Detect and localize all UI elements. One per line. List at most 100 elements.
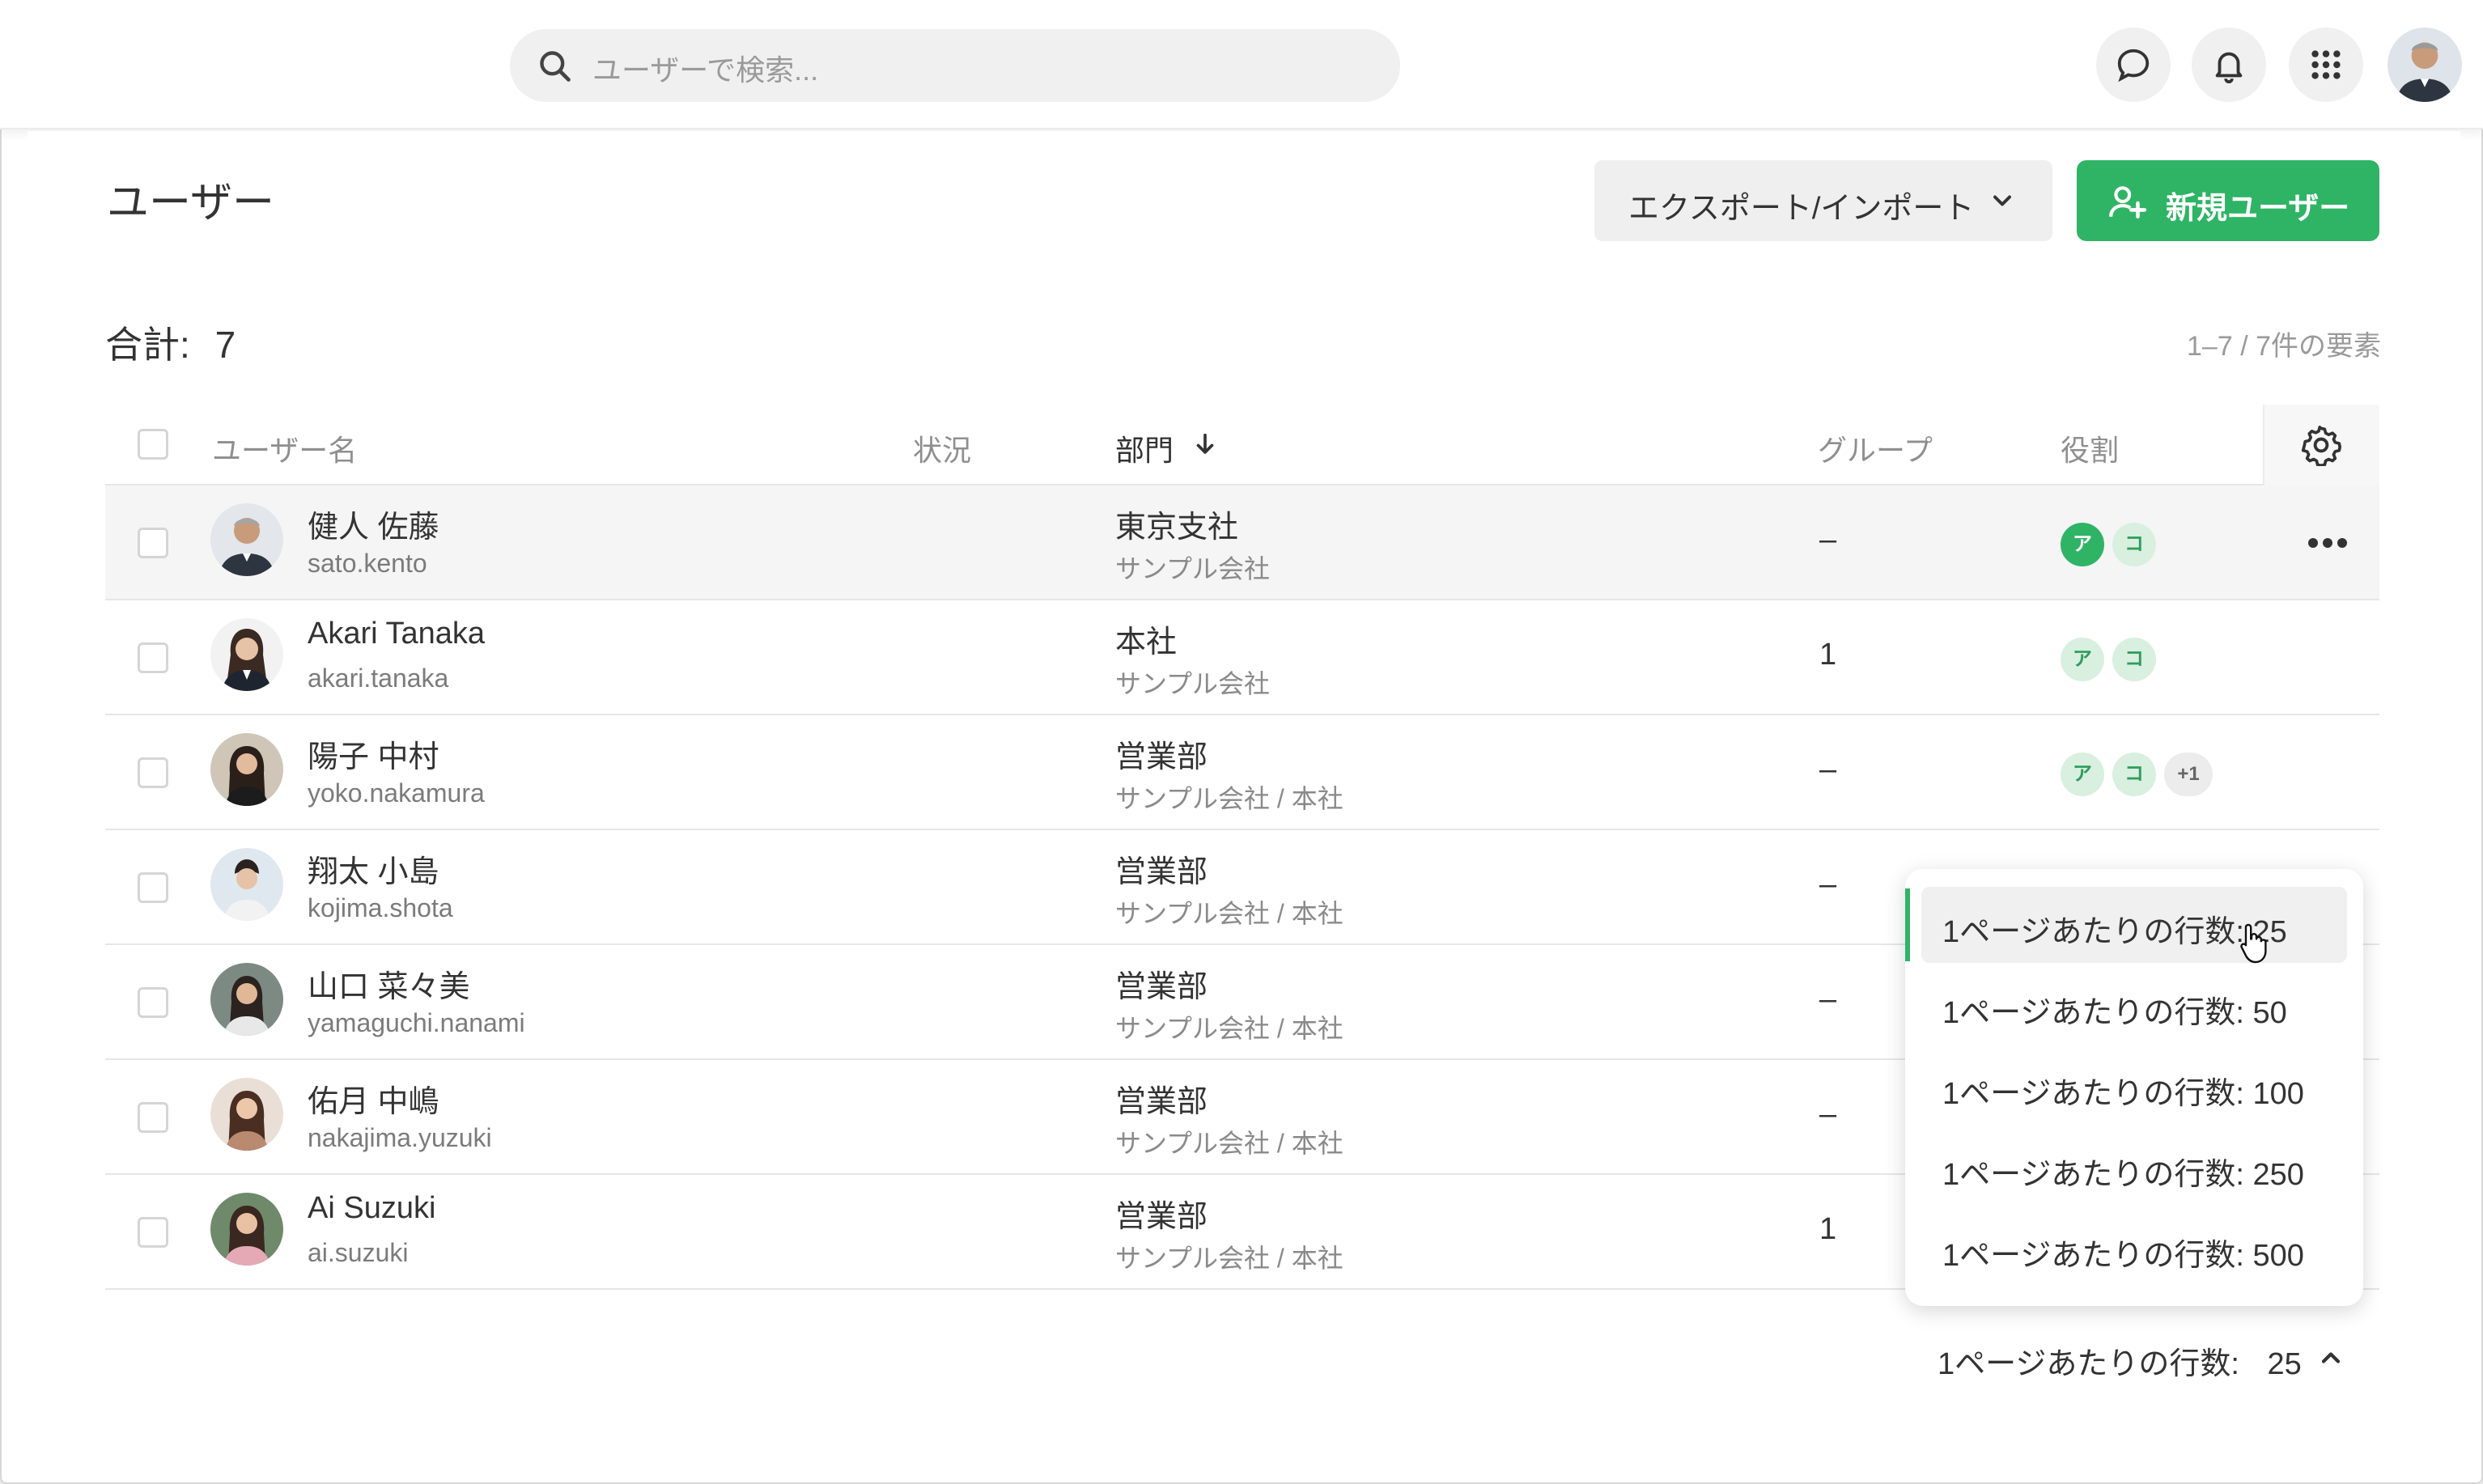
table-row[interactable]: 健人 佐藤 sato.kento 東京支社 サンプル会社 – ア コ (105, 485, 2379, 600)
rows-per-page-option[interactable]: 1ページあたりの行数: 100 (1921, 1049, 2347, 1125)
user-avatar[interactable] (2388, 28, 2462, 102)
rows-per-page-value: 25 (2267, 1347, 2302, 1381)
user-name[interactable]: 佑月 中嶋 (308, 1076, 439, 1121)
department-name: 東京支社 (1115, 511, 1239, 545)
user-login: yamaguchi.nanami (308, 1008, 525, 1037)
table-row[interactable]: Akari Tanaka akari.tanaka 本社 サンプル会社 1 ア … (105, 600, 2379, 715)
row-checkbox[interactable] (138, 872, 168, 903)
department-name: 営業部 (1115, 1085, 1208, 1119)
user-login: sato.kento (308, 549, 427, 578)
avatar (210, 1078, 283, 1151)
export-import-label: エクスポート/インポート (1628, 192, 1975, 226)
user-name[interactable]: 健人 佐藤 (308, 502, 439, 546)
row-checkbox[interactable] (138, 987, 168, 1018)
department-path: サンプル会社 (1115, 669, 1271, 698)
row-checkbox[interactable] (138, 528, 168, 558)
total-value: 7 (214, 324, 236, 366)
user-login: ai.suzuki (308, 1238, 409, 1267)
apps-grid-icon (2311, 50, 2341, 79)
user-name[interactable]: Akari Tanaka (308, 617, 485, 651)
chat-button[interactable] (2096, 28, 2171, 102)
user-login: kojima.shota (308, 893, 453, 922)
search-input[interactable]: ユーザーで検索... (592, 47, 818, 89)
apps-button[interactable] (2289, 28, 2363, 102)
user-name[interactable]: 翔太 小島 (308, 846, 439, 891)
search-bar[interactable]: ユーザーで検索... (510, 29, 1400, 102)
header-department-label: 部門 (1115, 434, 1174, 467)
column-settings-button[interactable] (2263, 405, 2379, 485)
avatar (210, 503, 283, 576)
department-name: 本社 (1115, 625, 1178, 659)
group-value: – (1819, 523, 1837, 557)
sort-down-icon (1196, 433, 1214, 454)
search-icon (540, 51, 571, 82)
page-title: ユーザー (107, 180, 274, 227)
user-login: akari.tanaka (308, 664, 449, 693)
more-roles-badge[interactable]: +1 (2164, 753, 2213, 796)
rows-per-page-label: 1ページあたりの行数: (1938, 1347, 2239, 1381)
role-badge: コ (2112, 523, 2156, 566)
rows-per-page-option[interactable]: 1ページあたりの行数: 250 (1921, 1130, 2347, 1206)
group-value: – (1819, 753, 1837, 787)
role-badge: コ (2112, 753, 2156, 796)
pagination-range: 1–7 / 7件の要素 (2187, 331, 2381, 362)
user-name[interactable]: 山口 菜々美 (308, 961, 470, 1006)
department-path: サンプル会社 / 本社 (1115, 1014, 1343, 1043)
department-path: サンプル会社 / 本社 (1115, 784, 1343, 813)
role-badge: ア (2061, 753, 2104, 796)
group-value: 1 (1819, 638, 1837, 672)
department-path: サンプル会社 / 本社 (1115, 1244, 1343, 1273)
department-path: サンプル会社 (1115, 554, 1271, 583)
department-name: 営業部 (1115, 855, 1208, 889)
export-import-button[interactable]: エクスポート/インポート (1594, 160, 2052, 241)
row-checkbox[interactable] (138, 1217, 168, 1248)
rows-per-page-selector[interactable]: 1ページあたりの行数: 25 (1938, 1338, 2341, 1383)
department-name: 営業部 (1115, 740, 1208, 774)
department-path: サンプル会社 / 本社 (1115, 1129, 1343, 1158)
rows-per-page-option[interactable]: 1ページあたりの行数: 50 (1921, 968, 2347, 1044)
header-group[interactable]: グループ (1818, 427, 1933, 469)
bell-icon (2215, 52, 2243, 83)
row-checkbox[interactable] (138, 1102, 168, 1133)
department-name: 営業部 (1115, 1200, 1208, 1234)
option-label: 1ページあたりの行数: 50 (1942, 996, 2287, 1030)
gear-icon (2301, 426, 2342, 466)
avatar (210, 963, 283, 1036)
new-user-button[interactable]: 新規ユーザー (2077, 160, 2379, 241)
role-badges: ア コ (2061, 523, 2156, 566)
avatar (210, 1193, 283, 1266)
role-badge: ア (2061, 638, 2104, 681)
more-options-icon[interactable] (2303, 521, 2352, 565)
header-username[interactable]: ユーザー名 (212, 427, 357, 469)
user-name[interactable]: 陽子 中村 (308, 731, 439, 776)
row-checkbox[interactable] (138, 757, 168, 788)
header-status[interactable]: 状況 (913, 427, 971, 469)
role-badge: ア (2061, 523, 2104, 566)
total-label: 合計: (105, 324, 190, 366)
user-login: yoko.nakamura (308, 778, 485, 808)
table-header: ユーザー名 状況 部門 グループ 役割 (105, 405, 2379, 485)
total-count: 合計: 7 (105, 316, 236, 369)
new-user-label: 新規ユーザー (2166, 192, 2350, 226)
role-badges: ア コ +1 (2061, 753, 2213, 796)
header-role[interactable]: 役割 (2061, 427, 2119, 469)
avatar (210, 733, 283, 806)
rows-per-page-menu: 1ページあたりの行数: 25 1ページあたりの行数: 50 1ページあたりの行数… (1905, 869, 2363, 1306)
row-checkbox[interactable] (138, 642, 168, 673)
hand-cursor-icon (2240, 923, 2267, 964)
chevron-down-icon (1993, 195, 2011, 206)
option-label: 1ページあたりの行数: 500 (1942, 1239, 2304, 1273)
group-value: 1 (1819, 1212, 1837, 1246)
table-row[interactable]: 陽子 中村 yoko.nakamura 営業部 サンプル会社 / 本社 – ア … (105, 715, 2379, 830)
department-path: サンプル会社 / 本社 (1115, 899, 1343, 928)
rows-per-page-option[interactable]: 1ページあたりの行数: 500 (1921, 1211, 2347, 1287)
rows-per-page-option[interactable]: 1ページあたりの行数: 25 (1905, 887, 2347, 963)
group-value: – (1819, 867, 1837, 901)
option-label: 1ページあたりの行数: 25 (1942, 915, 2287, 949)
chat-icon (2117, 49, 2150, 83)
header-department[interactable]: 部門 (1115, 427, 1214, 469)
role-badges: ア コ (2061, 638, 2156, 681)
select-all-checkbox[interactable] (138, 429, 168, 460)
notifications-button[interactable] (2192, 28, 2266, 102)
user-name[interactable]: Ai Suzuki (308, 1191, 435, 1226)
